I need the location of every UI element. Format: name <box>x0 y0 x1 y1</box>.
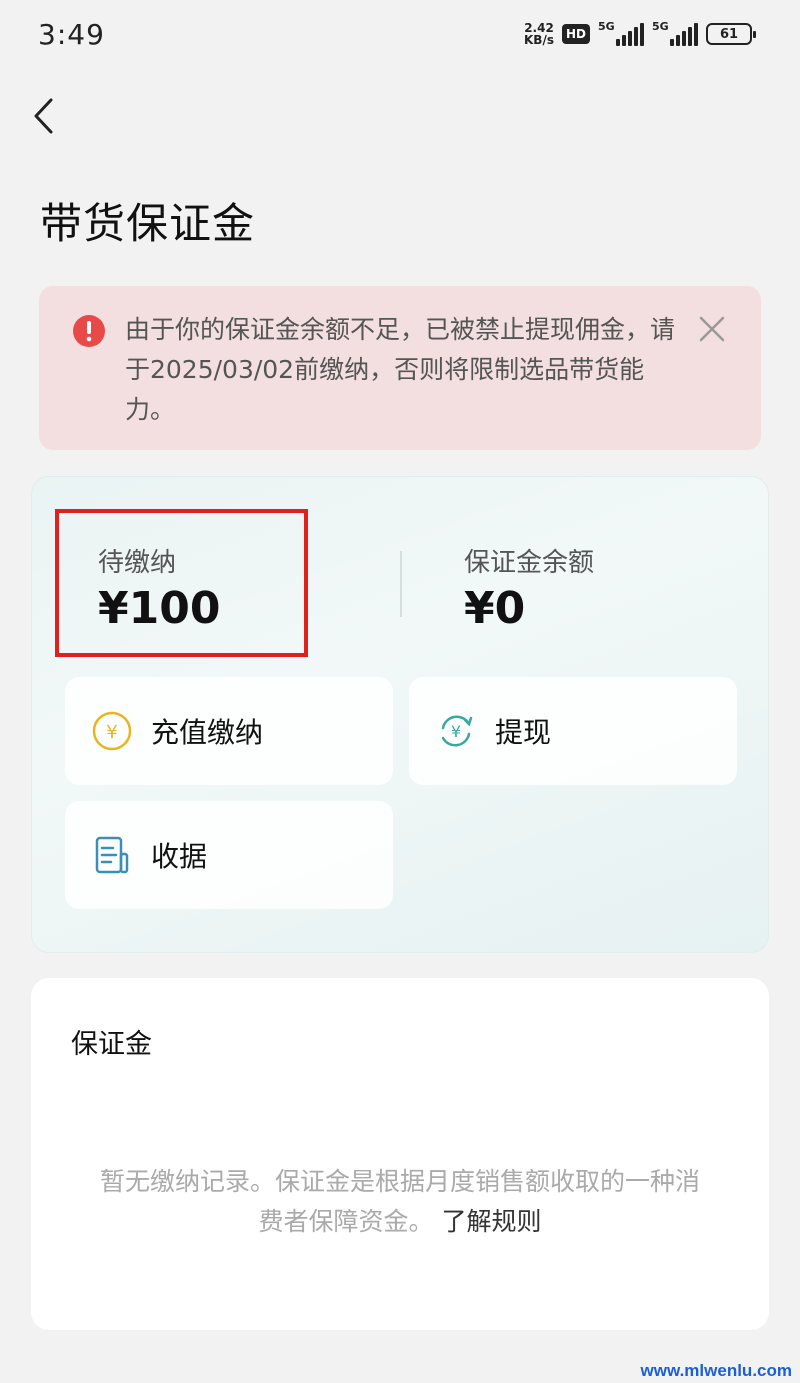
receipt-label: 收据 <box>151 840 208 873</box>
chevron-left-icon <box>34 98 53 134</box>
exclamation-circle-icon <box>73 315 105 347</box>
status-time: 3:49 <box>38 18 105 51</box>
close-icon[interactable] <box>697 314 727 344</box>
deposit-balance-card: 待缴纳 ¥100 保证金余额 ¥0 ¥ 充值缴纳 ¥ 提现 收据 <box>31 476 769 953</box>
empty-state-message: 暂无缴纳记录。保证金是根据月度销售额收取的一种消费者保障资金。 <box>99 1167 700 1236</box>
recharge-label: 充值缴纳 <box>151 716 264 749</box>
yuan-coin-icon: ¥ <box>92 711 132 751</box>
withdraw-label: 提现 <box>495 716 552 749</box>
network-speed-unit: KB/s <box>524 33 554 47</box>
deposit-record-card: 保证金 暂无缴纳记录。保证金是根据月度销售额收取的一种消费者保障资金。 了解规则 <box>31 978 769 1330</box>
battery-level: 61 <box>719 26 739 42</box>
status-icons: 2.42 KB/s HD 5G 5G 61 <box>524 20 756 46</box>
pending-label: 待缴纳 <box>98 548 177 578</box>
warning-banner: 由于你的保证金余额不足，已被禁止提现佣金，请于2025/03/02前缴纳，否则将… <box>39 286 761 450</box>
signal-label: 5G <box>598 20 615 33</box>
record-title: 保证金 <box>71 1029 152 1060</box>
learn-rules-link[interactable]: 了解规则 <box>441 1207 541 1236</box>
page-title: 带货保证金 <box>40 199 256 248</box>
warning-message: 由于你的保证金余额不足，已被禁止提现佣金，请于2025/03/02前缴纳，否则将… <box>125 315 676 424</box>
receipt-icon <box>95 836 129 874</box>
battery-icon: 61 <box>706 23 756 45</box>
pending-amount: 待缴纳 ¥100 <box>98 542 220 634</box>
signal-icon: 5G <box>652 20 698 46</box>
empty-state-text: 暂无缴纳记录。保证金是根据月度销售额收取的一种消费者保障资金。 了解规则 <box>91 1162 709 1242</box>
receipt-button[interactable]: 收据 <box>65 801 393 909</box>
pending-value: ¥100 <box>98 583 221 634</box>
yuan-refresh-icon: ¥ <box>441 715 473 747</box>
svg-text:¥: ¥ <box>106 722 117 743</box>
svg-text:¥: ¥ <box>451 722 461 741</box>
watermark: www.mlwenlu.com <box>640 1361 792 1380</box>
deposit-balance: 保证金余额 ¥0 <box>464 542 594 634</box>
hd-icon: HD <box>561 24 590 44</box>
recharge-button[interactable]: ¥ 充值缴纳 <box>65 677 393 785</box>
balance-value: ¥0 <box>464 583 526 634</box>
status-bar: 3:49 2.42 KB/s HD 5G 5G 61 <box>0 0 800 76</box>
signal-icon: 5G <box>598 20 644 46</box>
signal-label: 5G <box>652 20 669 33</box>
network-speed: 2.42 KB/s <box>524 22 554 46</box>
divider <box>400 551 402 617</box>
back-button[interactable] <box>26 92 62 140</box>
balance-label: 保证金余额 <box>464 548 595 578</box>
withdraw-button[interactable]: ¥ 提现 <box>409 677 737 785</box>
